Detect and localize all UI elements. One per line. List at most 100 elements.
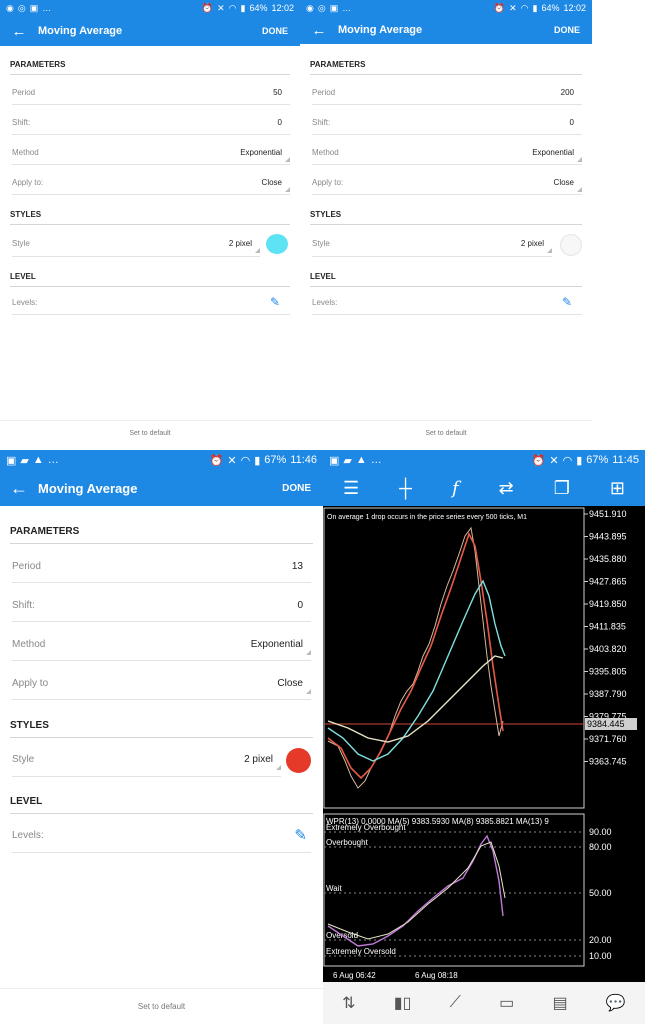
back-arrow-icon[interactable]: ← [308, 22, 330, 39]
wifi-icon: ◠ [562, 454, 573, 467]
trade-icon[interactable]: ⟋ [450, 994, 461, 1012]
menu-icon[interactable]: ☰ [343, 478, 359, 499]
alarm-icon: ⏰ [493, 2, 506, 13]
pencil-icon[interactable]: ✎ [294, 826, 311, 844]
style-select[interactable]: Style 2 pixel [12, 230, 261, 257]
done-button[interactable]: DONE [554, 25, 580, 35]
quotes-icon[interactable]: ⇅ [342, 993, 355, 1013]
set-to-default-button[interactable]: Set to default [0, 988, 323, 1024]
status-bar: ◉ ◎ ▣… ⏰ ✕ ◠ ▮ 64% 12:02 [300, 0, 592, 16]
warning-icon: ▲ [355, 454, 367, 466]
levels-field[interactable]: Levels: ✎ [12, 818, 311, 853]
whatsapp-icon: ◉ [6, 2, 14, 13]
back-arrow-icon[interactable]: ← [8, 478, 30, 499]
alarm-icon: ⏰ [531, 454, 546, 467]
message-icon: ▰ [343, 454, 352, 467]
period-field[interactable]: Period 50 [12, 80, 290, 105]
period-label: Period [12, 87, 36, 97]
style-value: 2 pixel [229, 239, 261, 253]
battery-level: 64% [249, 3, 268, 13]
oscillator-scale-label: 50.00 [589, 888, 612, 898]
color-swatch[interactable] [560, 234, 582, 256]
set-to-default-button[interactable]: Set to default [300, 420, 592, 446]
color-swatch[interactable] [286, 748, 311, 773]
shift-label: Shift: [12, 117, 31, 127]
shift-field[interactable]: Shift: 0 [12, 589, 311, 622]
timeframe-icon[interactable]: ❐ [554, 478, 570, 499]
apply-to-label: Apply to: [312, 177, 344, 187]
set-to-default-button[interactable]: Set to default [0, 420, 300, 446]
settings-panel-2: ◉ ◎ ▣… ⏰ ✕ ◠ ▮ 64% 12:02 ← Moving Average DONE … [300, 0, 592, 446]
oscillator-frame [323, 813, 585, 967]
alarm-icon: ⏰ [209, 454, 224, 467]
chart-canvas[interactable]: On average 1 drop occurs in the price se… [323, 506, 645, 982]
battery-level: 67% [264, 454, 287, 466]
messages-icon[interactable]: 💬 [606, 993, 626, 1013]
method-select[interactable]: Method Exponential [12, 140, 290, 165]
done-button[interactable]: DONE [262, 26, 288, 36]
app-bar: ← Moving Average DONE [0, 470, 323, 506]
apply-to-select[interactable]: Apply to: Close [12, 170, 291, 195]
battery-icon: ▮ [576, 454, 583, 467]
chart-panel: ▣ ▰ ▲… ⏰ ✕ ◠ ▮ 67% 11:45 ☰ ┼ f ⇄ ❐ ⊞ On average… [323, 450, 645, 1024]
parameters-header: PARAMETERS [310, 60, 582, 75]
chart-caption: On average 1 drop occurs in the price se… [327, 514, 527, 521]
shift-field[interactable]: Shift: 0 [12, 110, 290, 135]
back-arrow-icon[interactable]: ← [8, 23, 30, 40]
pencil-icon[interactable]: ✎ [562, 295, 582, 309]
battery-level: 64% [541, 3, 560, 13]
method-select[interactable]: Method Exponential [12, 628, 312, 661]
pencil-icon[interactable]: ✎ [270, 295, 290, 309]
done-button[interactable]: DONE [282, 483, 311, 494]
shift-label: Shift: [312, 117, 331, 127]
crosshair-icon[interactable]: ┼ [399, 478, 412, 499]
method-label: Method [12, 147, 39, 157]
level-header: LEVEL [10, 796, 313, 814]
style-select[interactable]: Style 2 pixel [312, 230, 553, 257]
wifi-icon: ◠ [520, 2, 529, 13]
method-label: Method [12, 638, 46, 650]
levels-label: Levels: [12, 297, 38, 307]
style-value: 2 pixel [521, 239, 553, 253]
apply-to-select[interactable]: Apply to Close [12, 667, 311, 700]
chart-icon[interactable]: ▮▯ [394, 993, 412, 1013]
color-swatch[interactable] [266, 234, 288, 254]
news-icon[interactable]: ▤ [553, 993, 568, 1013]
settings-panel-1: ◉ ◎ ▣… ⏰ ✕ ◠ ▮ 64% 12:02 ← Moving Average DONE … [0, 0, 300, 446]
shift-value: 0 [297, 599, 303, 611]
page-title: Moving Average [38, 25, 123, 37]
apply-to-value: Close [262, 178, 291, 192]
levels-field[interactable]: Levels: ✎ [312, 290, 582, 315]
symbol-icon[interactable]: ⇄ [499, 478, 514, 499]
wpr-ma-line [327, 841, 506, 940]
chart-toolbar: ☰ ┼ f ⇄ ❐ ⊞ [323, 470, 645, 506]
period-field[interactable]: Period 200 [312, 80, 582, 105]
method-select[interactable]: Method Exponential [312, 140, 582, 165]
history-icon[interactable]: ▭ [499, 993, 514, 1013]
price-chart-frame [323, 507, 585, 809]
method-value: Exponential [532, 148, 582, 162]
price-tick-label: 9443.895 [589, 532, 627, 542]
time-tick-label: 6 Aug 06:42 [333, 971, 376, 980]
warning-icon: ▲ [32, 454, 44, 466]
oscillator-levels: Extremely Overbought 90.00 Overbought 80.00… [324, 823, 612, 961]
mute-icon: ✕ [227, 454, 237, 467]
status-bar: ▣ ▰ ▲… ⏰ ✕ ◠ ▮ 67% 11:46 [0, 450, 323, 470]
instagram-icon: ▣ [29, 2, 39, 13]
shift-field[interactable]: Shift: 0 [312, 110, 582, 135]
apply-to-label: Apply to: [12, 177, 44, 187]
apply-to-select[interactable]: Apply to: Close [312, 170, 583, 195]
apply-to-value: Close [277, 678, 311, 694]
method-value: Exponential [240, 148, 290, 162]
period-value: 200 [560, 87, 574, 97]
apply-to-label: Apply to [12, 677, 49, 689]
clock: 11:46 [290, 454, 317, 466]
style-select[interactable]: Style 2 pixel [12, 742, 281, 777]
levels-field[interactable]: Levels: ✎ [12, 290, 290, 315]
indicator-f-icon[interactable]: f [452, 478, 459, 499]
price-tick-label: 9411.835 [589, 622, 626, 632]
battery-icon: ▮ [254, 454, 261, 467]
new-order-icon[interactable]: ⊞ [610, 478, 625, 499]
period-field[interactable]: Period 13 [12, 550, 311, 583]
style-label: Style [12, 753, 35, 765]
